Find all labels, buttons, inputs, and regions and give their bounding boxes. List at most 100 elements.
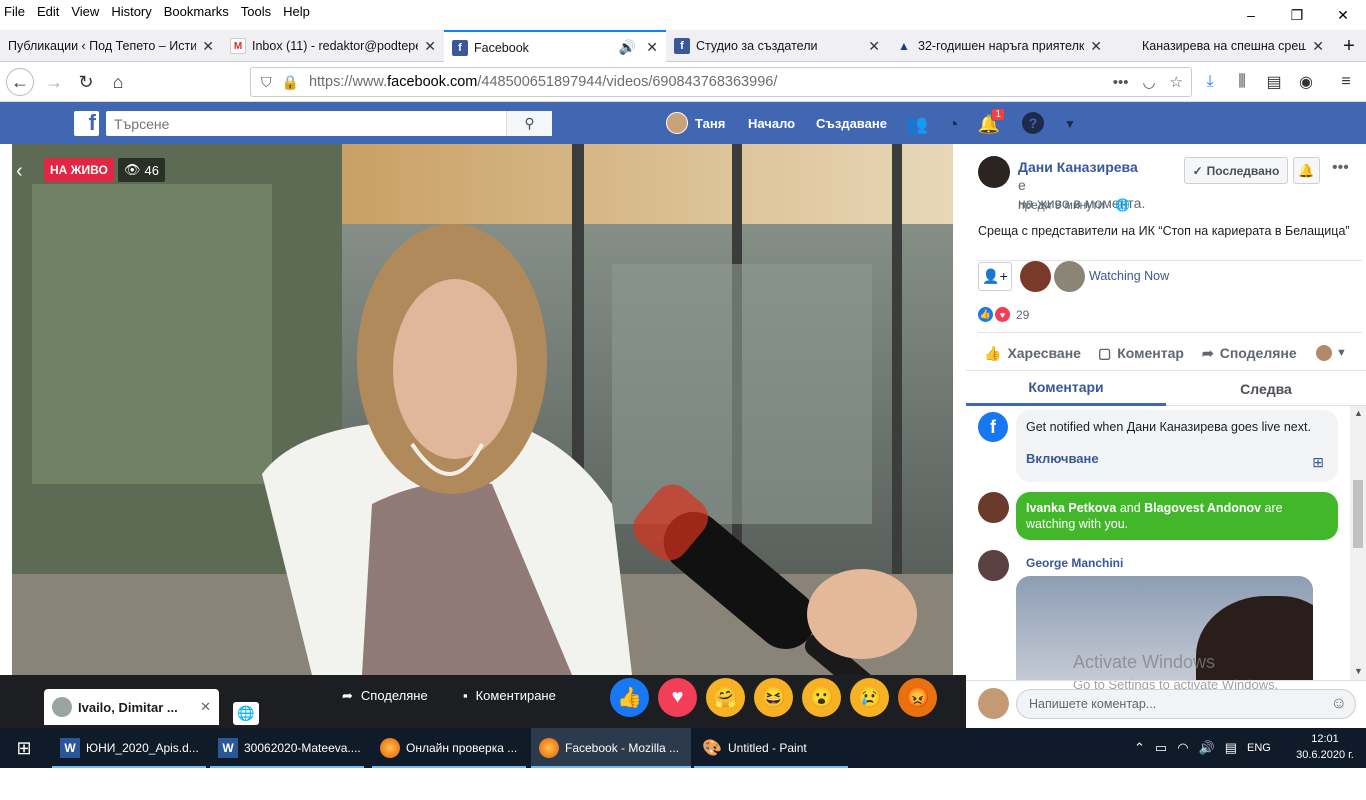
tab-facebook[interactable]: f Facebook 🔊 ✕ — [444, 30, 666, 63]
bell-icon[interactable]: 🔔 — [1293, 157, 1320, 184]
volume-icon[interactable]: 🔊 — [1199, 740, 1215, 756]
comment-button[interactable]: ▪ Коментиране — [463, 688, 556, 703]
share-button[interactable]: ➦ Споделяне — [342, 688, 428, 704]
emoji-icon[interactable]: ☺ — [1331, 695, 1347, 713]
close-tab-icon[interactable]: ✕ — [646, 39, 658, 56]
help-icon[interactable]: ? — [1022, 112, 1044, 134]
restore-button[interactable]: ❐ — [1274, 0, 1320, 30]
post-time[interactable]: преди 9 минути · 🌐 — [1018, 198, 1130, 212]
lock-icon[interactable]: 🔒 — [282, 74, 299, 91]
post-as-selector[interactable]: ▼ — [1316, 345, 1347, 361]
account-icon[interactable]: ◉ — [1292, 68, 1320, 96]
care-reaction-icon[interactable]: 🤗 — [706, 678, 745, 717]
author-name[interactable]: Дани Каназирева — [1018, 159, 1138, 175]
watcher-avatar[interactable] — [1054, 261, 1085, 292]
watcher-avatar[interactable] — [1020, 261, 1051, 292]
menu-tools[interactable]: Tools — [241, 4, 271, 19]
battery-icon[interactable]: ▭ — [1155, 740, 1167, 756]
reload-button[interactable]: ↻ — [72, 68, 100, 96]
watching-now-link[interactable]: Watching Now — [1089, 269, 1169, 283]
more-options-icon[interactable]: ••• — [1332, 159, 1349, 177]
shield-icon[interactable]: ⛉ — [261, 74, 272, 91]
taskbar-item-word-2[interactable]: W 30062020-Mateeva.... — [210, 728, 364, 768]
close-icon[interactable]: ✕ — [200, 699, 211, 715]
profile-link[interactable]: Таня — [666, 102, 725, 144]
close-tab-icon[interactable]: ✕ — [202, 38, 214, 55]
tab-follow[interactable]: Следва — [1166, 371, 1366, 406]
tab-comments[interactable]: Коментари — [966, 371, 1166, 406]
menu-edit[interactable]: Edit — [37, 4, 59, 19]
close-tab-icon[interactable]: ✕ — [1312, 38, 1324, 55]
close-tab-icon[interactable]: ✕ — [424, 38, 436, 55]
angry-reaction-icon[interactable]: 😡 — [898, 678, 937, 717]
scrollbar-thumb[interactable] — [1353, 480, 1363, 548]
minimize-button[interactable]: – — [1228, 0, 1274, 30]
close-tab-icon[interactable]: ✕ — [1090, 38, 1102, 55]
clock[interactable]: 12:01 30.6.2020 г. — [1290, 731, 1360, 763]
like-button[interactable]: 👍 Харесване — [984, 345, 1081, 362]
pocket-icon[interactable]: ◡ — [1142, 73, 1155, 91]
tab-news[interactable]: ▲ 32-годишен наръга приятелк ✕ — [888, 30, 1110, 62]
action-center-icon[interactable]: ▤ — [1225, 740, 1237, 756]
tab-kanazireva[interactable]: Каназирева на спешна среща ✕ — [1110, 30, 1332, 62]
more-actions-icon[interactable]: ••• — [1113, 74, 1129, 91]
taskbar-item-firefox-1[interactable]: Онлайн проверка ... — [372, 728, 526, 768]
tab-publications[interactable]: Публикации ‹ Под Тепето – Исти ✕ — [0, 30, 222, 62]
watcher-name[interactable]: Blagovest Andonov — [1144, 501, 1261, 515]
menu-help[interactable]: Help — [283, 4, 310, 19]
comment-input[interactable]: Напишете коментар... ☺ — [1016, 689, 1356, 719]
globe-icon[interactable]: 🌐 — [233, 702, 259, 725]
friend-requests-icon[interactable]: 👥 — [905, 112, 929, 136]
haha-reaction-icon[interactable]: 😆 — [754, 678, 793, 717]
menu-view[interactable]: View — [71, 4, 99, 19]
tab-creator-studio[interactable]: f Студио за създатели ✕ — [666, 30, 888, 62]
close-window-button[interactable]: ✕ — [1320, 0, 1366, 30]
add-friend-icon[interactable]: 👤+ — [978, 262, 1012, 291]
commenter-name[interactable]: George Manchini — [1026, 556, 1123, 570]
taskbar-item-paint[interactable]: 🎨 Untitled - Paint — [694, 728, 848, 768]
watcher-name[interactable]: Ivanka Petkova — [1026, 501, 1116, 515]
search-icon[interactable]: ⚲ — [506, 111, 552, 136]
start-button[interactable]: ⊞ — [0, 728, 48, 768]
forward-button[interactable]: → — [40, 68, 68, 96]
sad-reaction-icon[interactable]: 😢 — [850, 678, 889, 717]
menu-file[interactable]: File — [4, 4, 25, 19]
account-menu-icon[interactable]: ▼ — [1058, 112, 1082, 136]
menu-bookmarks[interactable]: Bookmarks — [164, 4, 229, 19]
following-button[interactable]: ✓ Последвано — [1184, 157, 1288, 184]
sidebar-icon[interactable]: ▤ — [1260, 68, 1288, 96]
home-button[interactable]: ⌂ — [104, 68, 132, 96]
reaction-summary[interactable]: 👍 ♥ 29 — [978, 307, 1029, 322]
love-reaction-icon[interactable]: ♥ — [658, 678, 697, 717]
search-input[interactable] — [106, 112, 511, 135]
live-video[interactable]: ‹ НА ЖИВО 👁 46 — [12, 144, 953, 675]
tab-inbox[interactable]: M Inbox (11) - redaktor@podtepe ✕ — [222, 30, 444, 62]
close-tab-icon[interactable]: ✕ — [868, 38, 880, 55]
scroll-up-icon[interactable]: ▲ — [1354, 408, 1363, 418]
hamburger-menu-icon[interactable]: ≡ — [1332, 68, 1360, 96]
home-link[interactable]: Начало — [748, 102, 795, 144]
downloads-icon[interactable]: ⤓ — [1196, 68, 1224, 96]
scroll-down-icon[interactable]: ▼ — [1354, 666, 1363, 676]
back-button[interactable]: ← — [6, 68, 34, 96]
messenger-icon[interactable]: ◔ — [941, 112, 965, 136]
speaker-icon[interactable]: 🔊 — [619, 39, 636, 56]
back-arrow-icon[interactable]: ‹ — [16, 160, 23, 183]
new-tab-button[interactable]: + — [1332, 30, 1366, 62]
notifications-icon[interactable]: 🔔 1 — [977, 108, 1005, 136]
bookmark-star-icon[interactable]: ☆ — [1170, 73, 1183, 91]
chevron-up-icon[interactable]: ⌃ — [1134, 740, 1145, 756]
language-indicator[interactable]: ENG — [1247, 742, 1271, 754]
library-icon[interactable]: ⫼ — [1228, 68, 1256, 96]
facebook-logo-icon[interactable]: f — [74, 110, 99, 136]
create-link[interactable]: Създаване — [816, 102, 887, 144]
url-bar[interactable]: ⛉ 🔒 https://www. facebook.com/44850065189… — [250, 67, 1192, 97]
comments-scrollbar[interactable]: ▲ ▼ — [1350, 406, 1366, 680]
turn-on-link[interactable]: Включване — [1026, 451, 1328, 466]
taskbar-item-word-1[interactable]: W ЮНИ_2020_Apis.d... — [52, 728, 206, 768]
watchers-chip[interactable]: Ivailo, Dimitar ... ✕ — [44, 689, 219, 725]
calendar-add-icon[interactable]: ⊞ — [1312, 454, 1324, 471]
taskbar-item-firefox-facebook[interactable]: Facebook - Mozilla ... — [531, 728, 691, 768]
wifi-icon[interactable]: ◠ — [1177, 740, 1188, 756]
author-avatar[interactable] — [978, 156, 1010, 188]
